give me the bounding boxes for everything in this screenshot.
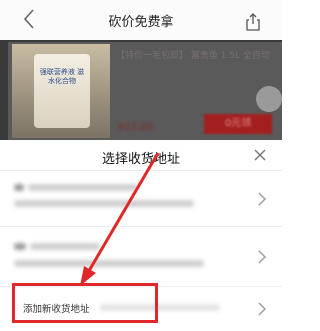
blurred-text xyxy=(14,200,194,207)
floating-dot xyxy=(256,86,282,112)
chevron-right-icon xyxy=(258,250,266,264)
chevron-right-icon xyxy=(258,192,266,206)
claim-button[interactable]: 0元领 xyxy=(204,114,272,134)
chevron-right-icon xyxy=(258,302,266,316)
address-item[interactable] xyxy=(0,170,282,226)
blurred-text xyxy=(30,243,100,250)
page-title: 砍价免费拿 xyxy=(108,15,174,30)
product-card: 强联营养液 滋水化合物 【特价一毛包邮】 富贵鱼 1.5L 全自动 ¥12.00… xyxy=(8,42,282,140)
add-address-item[interactable]: 添加新收货地址 xyxy=(0,286,282,331)
product-name: 【特价一毛包邮】 富贵鱼 1.5L 全自动 xyxy=(116,51,270,61)
blurred-text xyxy=(28,184,138,191)
product-can-label: 强联营养液 滋水化合物 xyxy=(39,68,85,85)
add-address-label: 添加新收货地址 xyxy=(23,304,90,315)
address-item[interactable] xyxy=(0,226,282,286)
share-icon[interactable] xyxy=(243,12,263,32)
sheet-title: 选择收货地址 xyxy=(101,152,180,167)
address-sheet: 选择收货地址 添加新收货地址 xyxy=(0,140,282,331)
product-image: 强联营养液 滋水化合物 xyxy=(12,44,110,138)
product-overlay: 强联营养液 滋水化合物 【特价一毛包邮】 富贵鱼 1.5L 全自动 ¥12.00… xyxy=(0,40,282,140)
blurred-text xyxy=(14,243,26,250)
blurred-text xyxy=(14,260,204,267)
top-navbar: 砍价免费拿 xyxy=(0,0,282,40)
product-price: ¥12.00 xyxy=(118,122,153,133)
blurred-text xyxy=(100,304,220,311)
blurred-text xyxy=(14,184,24,191)
product-can: 强联营养液 滋水化合物 xyxy=(34,54,90,128)
close-icon[interactable] xyxy=(253,148,267,162)
sheet-header: 选择收货地址 xyxy=(0,140,282,170)
